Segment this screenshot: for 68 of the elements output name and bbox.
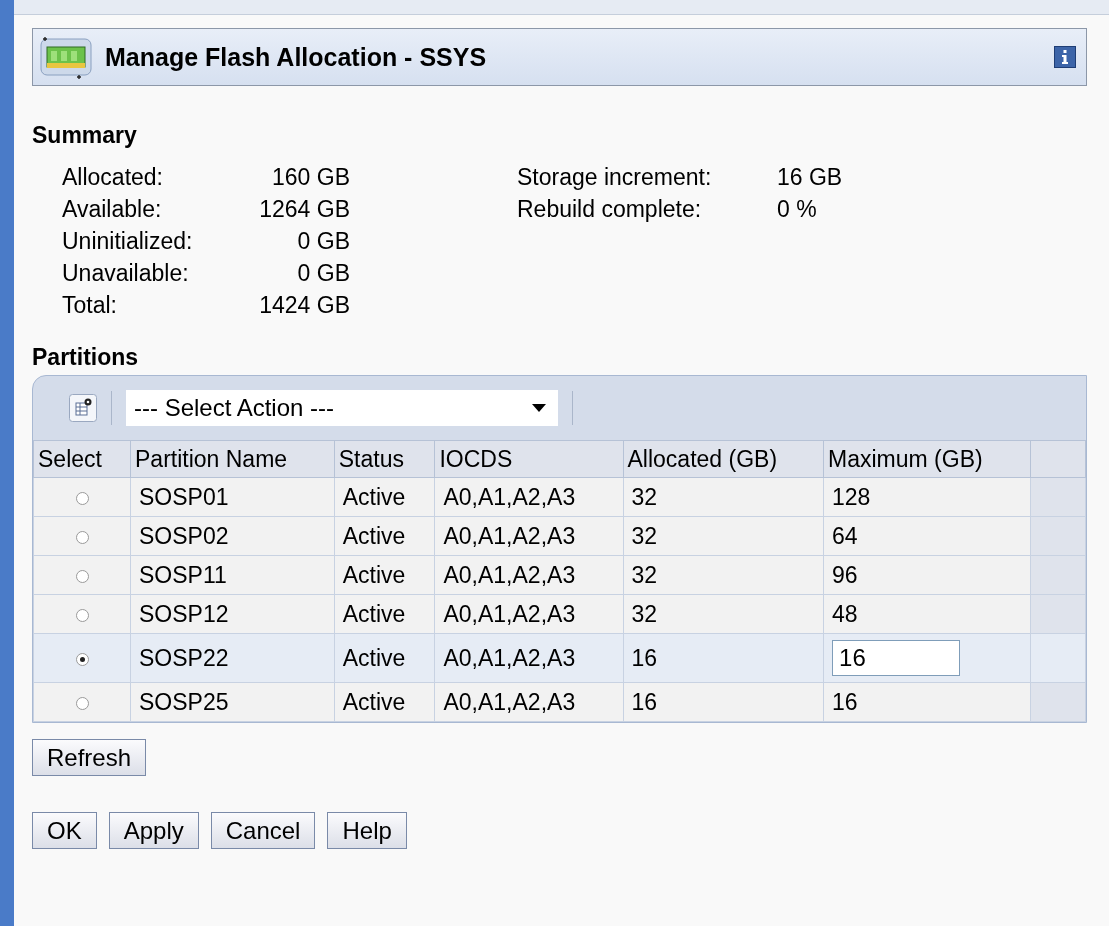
table-cell: A0,A1,A2,A3 <box>434 516 623 556</box>
table-cell: 32 <box>623 555 824 595</box>
column-header[interactable]: Select <box>33 440 131 478</box>
table-cell: Active <box>334 594 435 634</box>
summary-value: 160 GB <box>271 163 350 192</box>
summary-value: 0 % <box>777 195 818 224</box>
refresh-button[interactable]: Refresh <box>32 739 147 776</box>
dialog-title: Manage Flash Allocation - SSYS <box>105 42 488 72</box>
table-cell: A0,A1,A2,A3 <box>434 682 623 722</box>
radio-button[interactable] <box>75 652 89 666</box>
column-header[interactable]: Status <box>334 440 435 478</box>
table-cell: 128 <box>823 477 1031 517</box>
table-cell: Active <box>334 477 435 517</box>
table-cell: SOSP11 <box>130 555 335 595</box>
table-cell: 16 <box>823 682 1031 722</box>
dialog-button[interactable]: Apply <box>108 812 199 849</box>
table-cell: A0,A1,A2,A3 <box>434 633 623 683</box>
table-cell: SOSP02 <box>130 516 335 556</box>
caret-icon <box>532 404 546 412</box>
radio-button[interactable] <box>75 569 89 583</box>
summary-value: 16 GB <box>777 163 843 192</box>
dialog-button[interactable]: Help <box>327 812 407 849</box>
summary-label: Storage increment: <box>517 163 713 192</box>
table-cell: SOSP01 <box>130 477 335 517</box>
column-header[interactable]: IOCDS <box>434 440 623 478</box>
summary-value: 1424 GB <box>258 291 350 320</box>
summary-label: Uninitialized: <box>62 227 194 256</box>
summary-label: Allocated: <box>62 163 164 192</box>
table-cell: Active <box>334 516 435 556</box>
radio-button[interactable] <box>75 491 89 505</box>
table-cell: 16 <box>623 682 824 722</box>
table-cell: 32 <box>623 594 824 634</box>
table-cell: A0,A1,A2,A3 <box>434 594 623 634</box>
table-cell: 16 <box>623 633 824 683</box>
summary-label: Total: <box>62 291 118 320</box>
table-cell: 32 <box>623 477 824 517</box>
dialog-button[interactable]: Cancel <box>210 812 316 849</box>
summary-label: Available: <box>62 195 163 224</box>
table-cell: 64 <box>823 516 1031 556</box>
radio-button[interactable] <box>75 608 89 622</box>
table-settings-icon[interactable] <box>69 394 97 422</box>
table-cell: SOSP25 <box>130 682 335 722</box>
summary-label: Unavailable: <box>62 259 190 288</box>
table-cell: SOSP12 <box>130 594 335 634</box>
table-cell: Active <box>334 682 435 722</box>
dialog-button[interactable]: OK <box>32 812 97 849</box>
action-dropdown[interactable]: --- Select Action --- <box>126 390 558 426</box>
column-header[interactable]: Maximum (GB) <box>823 440 1031 478</box>
summary-value: 0 GB <box>296 227 350 256</box>
info-icon[interactable] <box>1054 46 1076 68</box>
section-heading: Summary <box>32 122 138 149</box>
table-cell: A0,A1,A2,A3 <box>434 477 623 517</box>
column-header[interactable]: Partition Name <box>130 440 335 478</box>
table-cell: A0,A1,A2,A3 <box>434 555 623 595</box>
table-cell: SOSP22 <box>130 633 335 683</box>
column-header[interactable]: Allocated (GB) <box>623 440 824 478</box>
table-cell: Active <box>334 633 435 683</box>
table-cell: 32 <box>623 516 824 556</box>
summary-label: Rebuild complete: <box>517 195 703 224</box>
radio-button[interactable] <box>75 530 89 544</box>
summary-value: 0 GB <box>296 259 350 288</box>
radio-button[interactable] <box>75 696 89 710</box>
section-heading: Partitions <box>32 344 140 371</box>
maximum-input-field[interactable]: 16 <box>832 640 961 676</box>
table-cell: 96 <box>823 555 1031 595</box>
table-cell: 48 <box>823 594 1031 634</box>
table-cell: Active <box>334 555 435 595</box>
summary-value: 1264 GB <box>258 195 350 224</box>
